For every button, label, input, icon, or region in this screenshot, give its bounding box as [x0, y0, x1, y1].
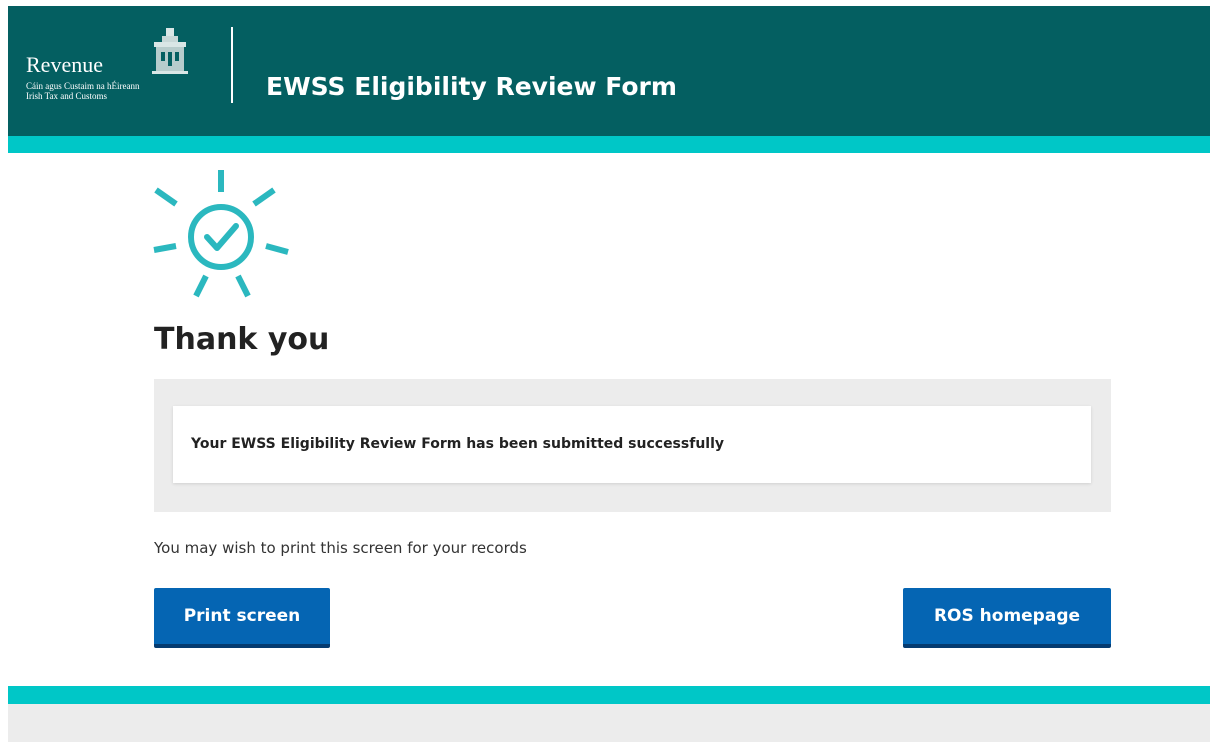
print-screen-button[interactable]: Print screen [154, 588, 330, 648]
site-footer [8, 704, 1210, 742]
ros-homepage-button[interactable]: ROS homepage [903, 588, 1111, 648]
footer-accent-stripe [8, 686, 1210, 704]
logo-subtitle-irish: Cáin agus Custaim na hÉireann [26, 81, 140, 91]
header-divider [231, 27, 233, 103]
confirmation-message: Your EWSS Eligibility Review Form has be… [191, 436, 725, 452]
logo-wordmark: Revenue [26, 52, 103, 77]
revenue-logo[interactable]: Revenue Cáin agus Custaim na hÉireann Ir… [26, 26, 206, 112]
custom-house-icon [152, 28, 188, 74]
confirmation-card: Your EWSS Eligibility Review Form has be… [173, 406, 1091, 483]
print-hint: You may wish to print this screen for yo… [154, 539, 527, 557]
page-title: EWSS Eligibility Review Form [266, 72, 677, 101]
header-accent-stripe [8, 136, 1210, 153]
sun-check-icon [153, 170, 289, 298]
thank-you-heading: Thank you [154, 322, 330, 357]
logo-subtitle-english: Irish Tax and Customs [26, 91, 107, 101]
